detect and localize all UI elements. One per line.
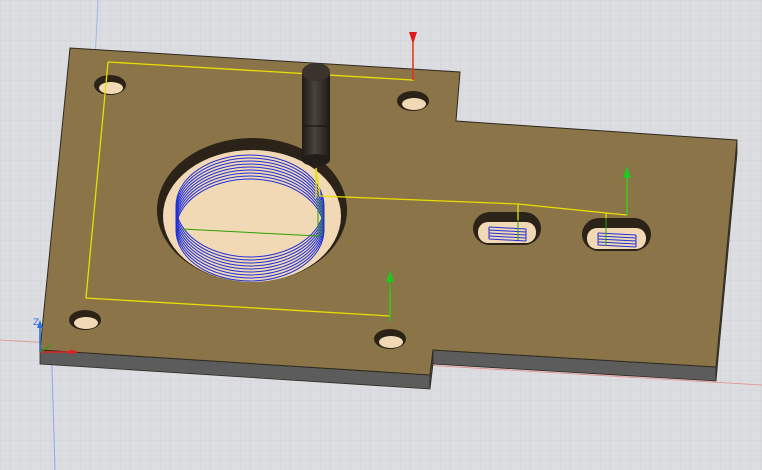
hole-top-right — [397, 91, 429, 111]
axis-z-label: Z — [33, 318, 39, 328]
hole-top-left — [94, 75, 126, 95]
hole-bottom-left — [69, 310, 101, 330]
3d-scene[interactable]: Z — [0, 0, 762, 470]
cam-simulation-viewport[interactable]: Z — [0, 0, 762, 470]
end-mill — [302, 63, 330, 166]
hole-bottom-mid — [374, 329, 406, 349]
